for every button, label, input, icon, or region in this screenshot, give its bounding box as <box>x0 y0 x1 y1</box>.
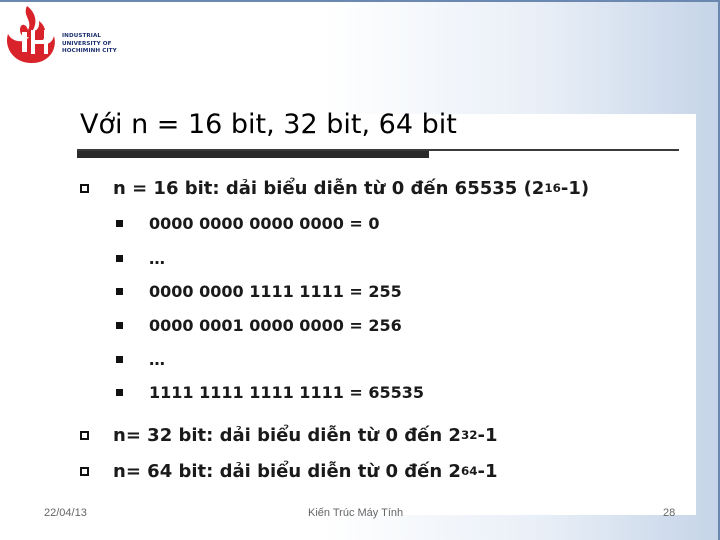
logo-text: INDUSTRIAL UNIVERSITY OF HOCHIMINH CITY <box>62 33 117 56</box>
bullet-text: n = 16 bit: dải biểu diễn từ 0 đến 65535… <box>113 178 590 199</box>
sub-bullet-text: 0000 0000 1111 1111 = 255 <box>149 282 402 301</box>
slide-content: Với n = 16 bit, 32 bit, 64 bit n = 16 bi… <box>60 109 696 515</box>
hollow-square-bullet-icon <box>80 467 89 476</box>
sub-bullet-item: 0000 0001 0000 0000 = 256 <box>116 316 402 335</box>
bullet-item-64bit: n= 64 bit: dải biểu diễn từ 0 đến 264-1 <box>80 461 497 482</box>
hollow-square-bullet-icon <box>80 431 89 440</box>
footer-course-title: Kiến Trúc Máy Tính <box>308 507 404 519</box>
sub-bullet-text: … <box>149 249 165 268</box>
sub-bullet-item: 0000 0000 0000 0000 = 0 <box>116 214 380 233</box>
sub-bullet-item: … <box>116 249 165 268</box>
bullet-item-32bit: n= 32 bit: dải biểu diễn từ 0 đến 232-1 <box>80 425 497 446</box>
bullet-text: n= 64 bit: dải biểu diễn từ 0 đến 264-1 <box>113 461 498 482</box>
solid-square-bullet-icon <box>116 389 123 396</box>
title-rule-thick <box>77 151 429 158</box>
logo-line-1: INDUSTRIAL <box>62 33 102 39</box>
solid-square-bullet-icon <box>116 255 123 262</box>
flame-logo-icon <box>6 6 55 64</box>
logo-line-2: UNIVERSITY OF <box>62 40 112 47</box>
sub-bullet-item: … <box>116 350 165 369</box>
sub-bullet-item: 1111 1111 1111 1111 = 65535 <box>116 383 424 402</box>
slide-title: Với n = 16 bit, 32 bit, 64 bit <box>80 109 457 140</box>
sub-bullet-text: 0000 0000 0000 0000 = 0 <box>149 214 380 233</box>
sub-bullet-text: 1111 1111 1111 1111 = 65535 <box>149 383 425 402</box>
logo-line-3: HOCHIMINH CITY <box>62 48 117 55</box>
sub-bullet-text: … <box>149 350 165 369</box>
footer-page-number: 28 <box>663 507 676 519</box>
solid-square-bullet-icon <box>116 288 123 295</box>
solid-square-bullet-icon <box>116 356 123 363</box>
sub-bullet-item: 0000 0000 1111 1111 = 255 <box>116 282 402 301</box>
bullet-text: n= 32 bit: dải biểu diễn từ 0 đến 232-1 <box>113 425 498 446</box>
sub-bullet-text: 0000 0001 0000 0000 = 256 <box>149 316 402 335</box>
bullet-item-16bit: n = 16 bit: dải biểu diễn từ 0 đến 65535… <box>80 178 589 199</box>
solid-square-bullet-icon <box>116 322 123 329</box>
university-logo: INDUSTRIAL UNIVERSITY OF HOCHIMINH CITY <box>0 2 125 68</box>
footer-date: 22/04/13 <box>44 507 87 519</box>
hollow-square-bullet-icon <box>80 184 89 193</box>
solid-square-bullet-icon <box>116 220 123 227</box>
